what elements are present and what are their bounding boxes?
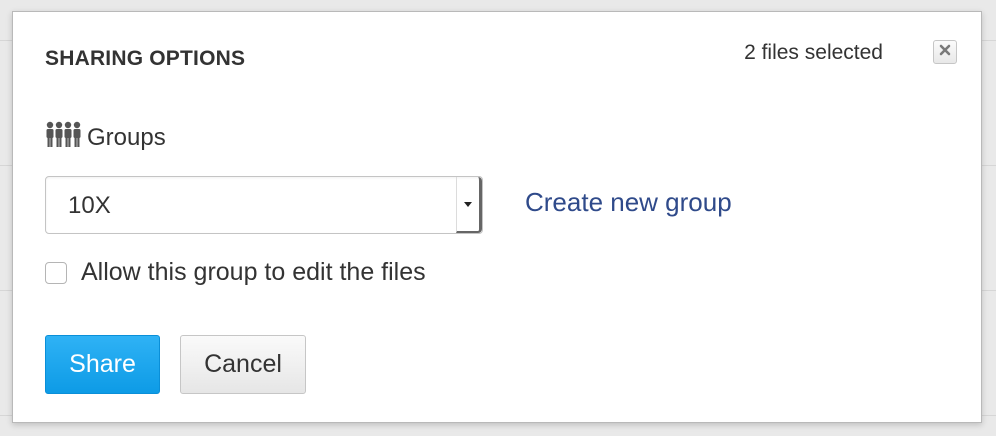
close-icon xyxy=(939,43,951,61)
share-button[interactable]: Share xyxy=(45,335,160,394)
group-select[interactable]: 10X xyxy=(45,176,483,234)
allow-edit-checkbox[interactable] xyxy=(45,261,67,284)
group-select-value: 10X xyxy=(68,192,111,219)
chevron-down-icon xyxy=(464,201,472,207)
group-people-icon xyxy=(45,120,83,155)
edit-permission-row: Allow this group to edit the files xyxy=(45,258,426,287)
dialog-title: SHARING OPTIONS xyxy=(45,47,246,70)
create-new-group-link[interactable]: Create new group xyxy=(525,187,732,218)
groups-label: Groups xyxy=(87,123,166,151)
allow-edit-label[interactable]: Allow this group to edit the files xyxy=(81,258,426,287)
files-selected-count: 2 files selected xyxy=(744,41,883,64)
close-button[interactable] xyxy=(933,40,957,64)
sharing-options-dialog: SHARING OPTIONS 2 files selected Groups … xyxy=(12,11,982,423)
cancel-button[interactable]: Cancel xyxy=(180,335,306,394)
groups-label-row: Groups xyxy=(45,120,166,155)
select-arrow-button[interactable] xyxy=(456,177,482,233)
